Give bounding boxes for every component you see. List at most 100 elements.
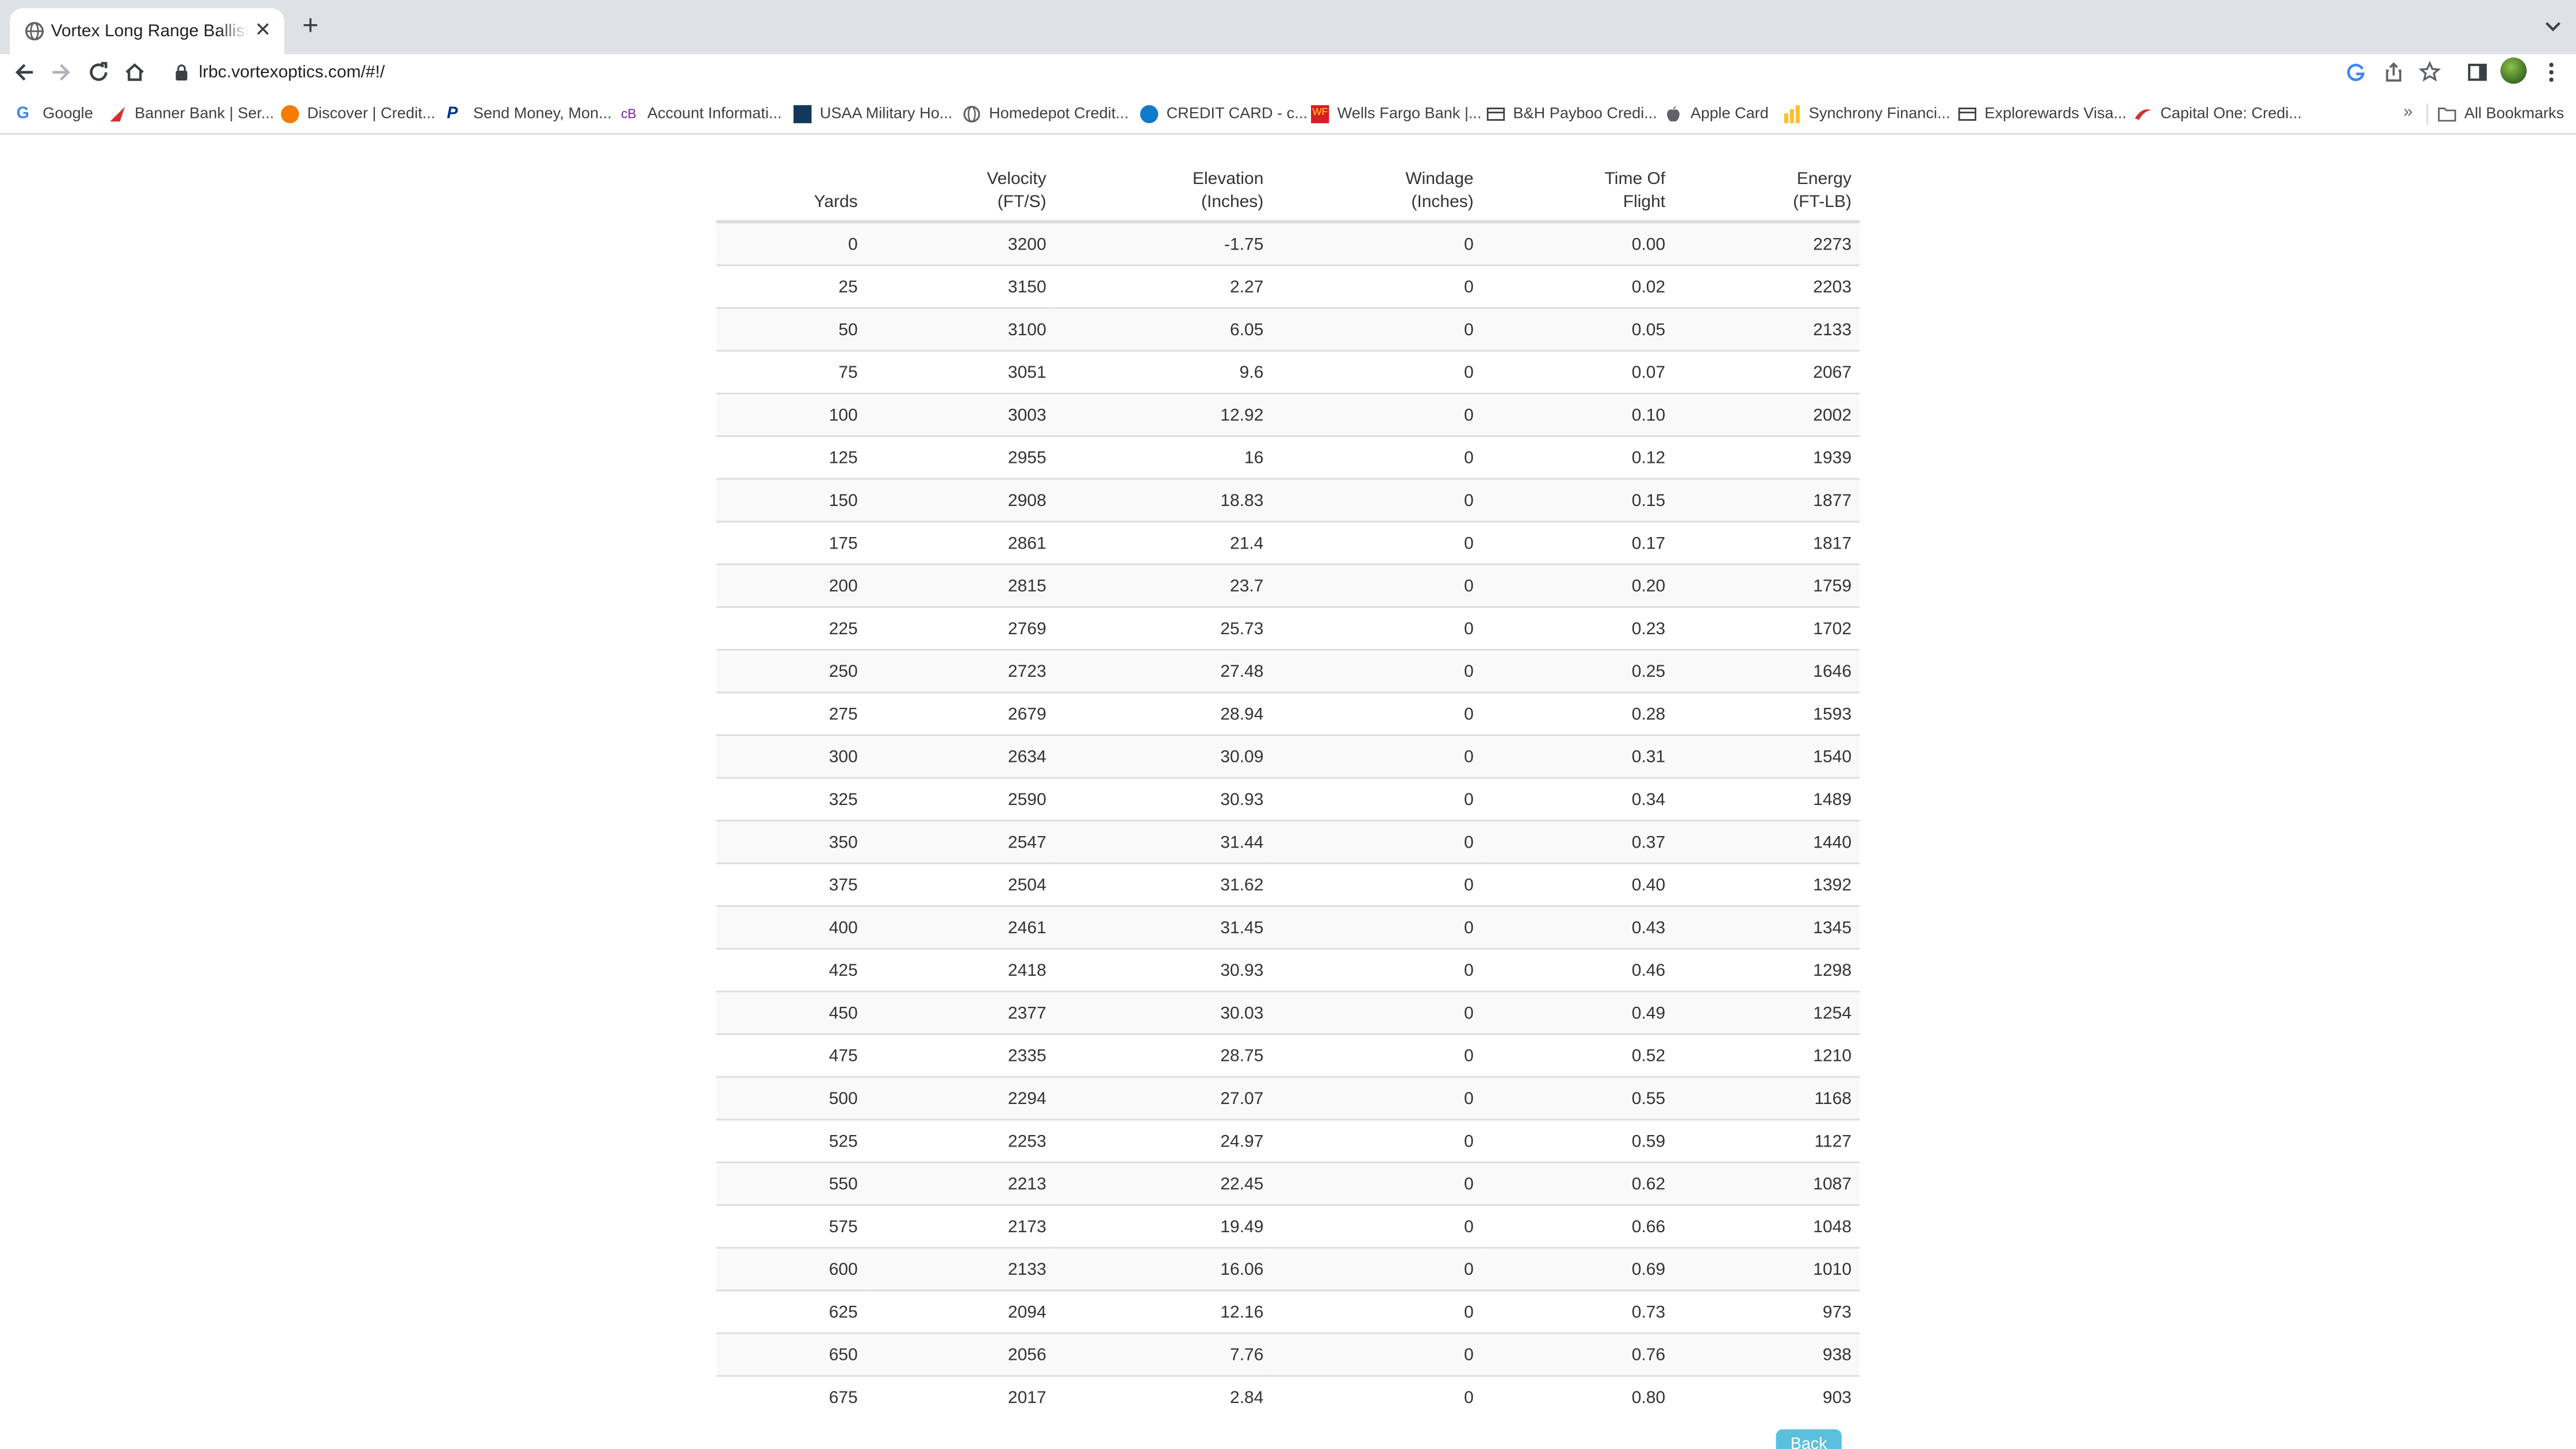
header-line: (Inches) (1201, 192, 1264, 212)
bookmark-wells-fargo[interactable]: WF Wells Fargo Bank |... (1311, 102, 1482, 126)
bookmark-label: B&H Payboo Credi... (1513, 105, 1657, 124)
table-cell: 0.52 (1482, 1033, 1674, 1077)
all-bookmarks-button[interactable]: All Bookmarks (2438, 102, 2564, 126)
bookmark-discover[interactable]: Discover | Credit... (281, 102, 435, 126)
back-arrow-icon[interactable] (12, 59, 38, 86)
ballistics-table: Yards Velocity (FT/S) Elevation (Inches) W… (716, 151, 1860, 1418)
table-cell: 1540 (1673, 734, 1860, 778)
lock-icon[interactable] (174, 64, 189, 80)
table-cell: 2418 (865, 948, 1055, 992)
table-cell: 325 (716, 777, 866, 821)
more-bookmarks-icon[interactable]: » (2404, 103, 2413, 121)
reload-icon[interactable] (86, 59, 112, 86)
bookmark-star-icon[interactable] (2418, 60, 2441, 84)
table-cell: 125 (716, 435, 866, 479)
table-cell: -1.75 (1054, 221, 1272, 266)
table-cell: 0 (1271, 1118, 1482, 1163)
table-cell: 0.17 (1482, 520, 1674, 565)
table-cell: 21.4 (1054, 520, 1272, 565)
table-row: 0 3200 -1.75 0 0.00 2273 (716, 221, 1860, 266)
table-cell: 0.28 (1482, 691, 1674, 735)
table-cell: 600 (716, 1247, 866, 1291)
table-cell: 0 (1271, 520, 1482, 565)
table-cell: 300 (716, 734, 866, 778)
more-menu-icon[interactable] (2538, 59, 2564, 86)
new-tab-icon[interactable]: + (297, 12, 324, 40)
share-icon[interactable] (2382, 61, 2405, 84)
table-cell: 0 (1271, 264, 1482, 308)
table-cell: 0 (1271, 350, 1482, 394)
table-cell: 16.06 (1054, 1247, 1272, 1291)
google-lens-icon[interactable] (2344, 61, 2367, 84)
bookmark-label: Send Money, Mon... (473, 105, 612, 124)
side-panel-icon[interactable] (2464, 59, 2491, 86)
table-cell: 2173 (865, 1204, 1055, 1248)
table-row: 600 2133 16.06 0 0.69 1010 (716, 1247, 1860, 1291)
table-cell: 0 (1271, 649, 1482, 693)
table-row: 575 2173 19.49 0 0.66 1048 (716, 1204, 1860, 1248)
table-cell: 1877 (1673, 478, 1860, 522)
table-cell: 0.05 (1482, 307, 1674, 351)
bookmark-homedepot[interactable]: Homedepot Credit... (963, 102, 1129, 126)
forward-arrow-icon[interactable] (48, 59, 74, 86)
table-cell: 31.45 (1054, 905, 1272, 949)
close-icon[interactable]: ✕ (251, 18, 274, 41)
chevron-down-icon[interactable] (2543, 17, 2563, 36)
table-cell: 0.20 (1482, 564, 1674, 607)
bookmark-capital-one[interactable]: Capital One: Credi... (2134, 102, 2302, 126)
bookmark-explorewards[interactable]: Explorewards Visa... (1958, 102, 2126, 126)
bookmark-paypal[interactable]: P Send Money, Mon... (447, 102, 612, 126)
table-cell: 25 (716, 264, 866, 308)
table-header-row: Yards Velocity (FT/S) Elevation (Inches) W… (716, 151, 1860, 224)
bookmark-usaa[interactable]: USAA Military Ho... (793, 102, 953, 126)
table-body: 0 3200 -1.75 0 0.00 2273 25 3150 2.27 0 0.02 2203 50… (716, 221, 1860, 1418)
table-cell: 25.73 (1054, 606, 1272, 650)
bookmark-chase[interactable]: CREDIT CARD - c... (1140, 102, 1308, 126)
table-cell: 31.44 (1054, 819, 1272, 864)
table-cell: 350 (716, 819, 866, 864)
table-cell: 2213 (865, 1162, 1055, 1205)
table-cell: 2723 (865, 649, 1055, 693)
bookmark-bh-payboo[interactable]: B&H Payboo Credi... (1486, 102, 1657, 126)
table-row: 350 2547 31.44 0 0.37 1440 (716, 819, 1860, 864)
table-cell: 0.23 (1482, 606, 1674, 650)
table-row: 550 2213 22.45 0 0.62 1087 (716, 1162, 1860, 1205)
table-cell: 0.69 (1482, 1247, 1674, 1291)
bookmark-label: Google (43, 105, 93, 124)
bookmark-google[interactable]: G Google (17, 102, 93, 126)
table-cell: 12.16 (1054, 1289, 1272, 1333)
table-cell: 24.97 (1054, 1118, 1272, 1163)
bookmark-synchrony[interactable]: Synchrony Financi... (1782, 102, 1950, 126)
bookmark-banner-bank[interactable]: Banner Bank | Ser... (109, 102, 274, 126)
table-cell: 525 (716, 1118, 866, 1163)
globe-icon (963, 106, 980, 123)
table-cell: 2203 (1673, 264, 1860, 308)
table-row: 100 3003 12.92 0 0.10 2002 (716, 392, 1860, 436)
all-bookmarks-label: All Bookmarks (2464, 105, 2564, 124)
table-row: 400 2461 31.45 0 0.43 1345 (716, 905, 1860, 949)
url-text[interactable]: lrbc.vortexoptics.com/#!/ (199, 61, 385, 84)
address-bar[interactable]: lrbc.vortexoptics.com/#!/ (161, 56, 2453, 89)
profile-avatar[interactable] (2500, 57, 2527, 84)
table-cell: 0.62 (1482, 1162, 1674, 1205)
table-cell: 2017 (865, 1375, 1055, 1418)
table-row: 300 2634 30.09 0 0.31 1540 (716, 734, 1860, 778)
table-cell: 1298 (1673, 948, 1860, 992)
home-icon[interactable] (121, 59, 148, 86)
usaa-icon (793, 105, 812, 124)
table-cell: 0 (1271, 948, 1482, 992)
active-tab[interactable]: Vortex Long Range Ballistics C ✕ (10, 8, 285, 55)
bookmark-apple-card[interactable]: Apple Card (1664, 102, 1769, 126)
table-cell: 2815 (865, 564, 1055, 607)
table-cell: 3051 (865, 350, 1055, 394)
table-row: 150 2908 18.83 0 0.15 1877 (716, 478, 1860, 522)
table-cell: 1440 (1673, 819, 1860, 864)
banner-bank-icon (110, 106, 125, 122)
table-cell: 1345 (1673, 905, 1860, 949)
wells-fargo-icon: WF (1311, 105, 1329, 124)
table-cell: 0.80 (1482, 1375, 1674, 1418)
back-button[interactable]: Back (1776, 1429, 1842, 1449)
bookmark-account-info[interactable]: cB Account Informati... (621, 102, 782, 126)
table-row: 675 2017 2.84 0 0.80 903 (716, 1375, 1860, 1418)
table-cell: 0 (716, 221, 866, 266)
